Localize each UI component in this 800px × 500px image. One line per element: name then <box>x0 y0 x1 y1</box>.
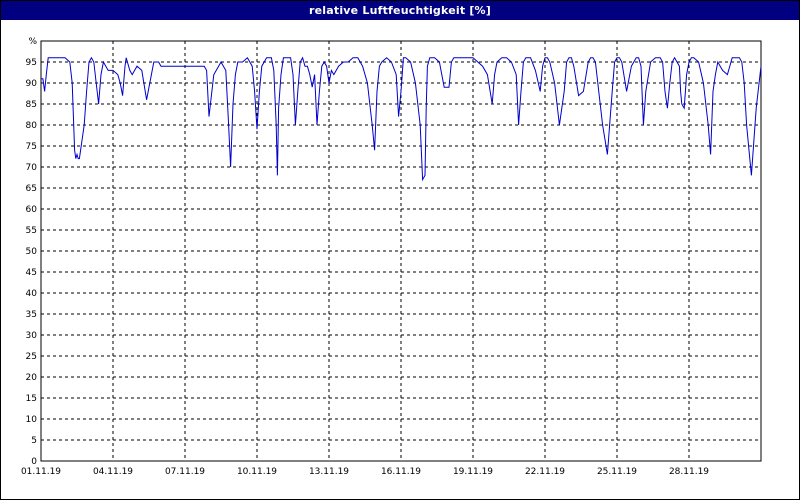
y-tick-label: 5 <box>31 436 37 446</box>
y-tick-label: 20 <box>26 373 38 383</box>
x-tick-label: 01.11.19 <box>21 467 61 477</box>
y-tick-label: 45 <box>26 268 37 278</box>
x-tick-label: 07.11.19 <box>165 467 205 477</box>
x-tick-label: 13.11.19 <box>309 467 349 477</box>
y-tick-label: 75 <box>26 142 37 152</box>
y-tick-label: 50 <box>26 247 38 257</box>
y-tick-label: 0 <box>31 457 37 467</box>
y-tick-label: 55 <box>26 226 37 236</box>
y-tick-label: 70 <box>26 163 38 173</box>
x-tick-label: 25.11.19 <box>597 467 637 477</box>
x-tick-label: 28.11.19 <box>669 467 709 477</box>
y-tick-label: 35 <box>26 310 37 320</box>
y-tick-label: 65 <box>26 184 37 194</box>
chart-plot: 0 5 10 15 20 25 30 35 40 45 50 55 60 65 70 75 80 85 90 95% 0… <box>21 37 762 477</box>
x-tick-label: 16.11.19 <box>381 467 421 477</box>
x-tick-label: 19.11.19 <box>453 467 493 477</box>
y-tick-label: 95 <box>26 58 37 68</box>
y-tick-label: 30 <box>26 331 38 341</box>
y-tick-label: 60 <box>26 205 38 215</box>
y-tick-label: 80 <box>26 121 38 131</box>
y-tick-label: 10 <box>26 415 38 425</box>
y-tick-label: 40 <box>26 289 38 299</box>
y-tick-label: 15 <box>26 394 37 404</box>
x-tick-label: 04.11.19 <box>93 467 133 477</box>
x-tick-label: 22.11.19 <box>525 467 565 477</box>
y-tick-label: 85 <box>26 100 37 110</box>
y-tick-label: 90 <box>26 79 38 89</box>
chart-window: relative Luftfeuchtigkeit [%] 0 5 10 15 20 25… <box>0 0 800 500</box>
chart-title: relative Luftfeuchtigkeit [%] <box>1 1 799 20</box>
y-axis-unit-label: % <box>28 37 37 47</box>
y-tick-label: 25 <box>26 352 37 362</box>
x-tick-label: 10.11.19 <box>237 467 277 477</box>
